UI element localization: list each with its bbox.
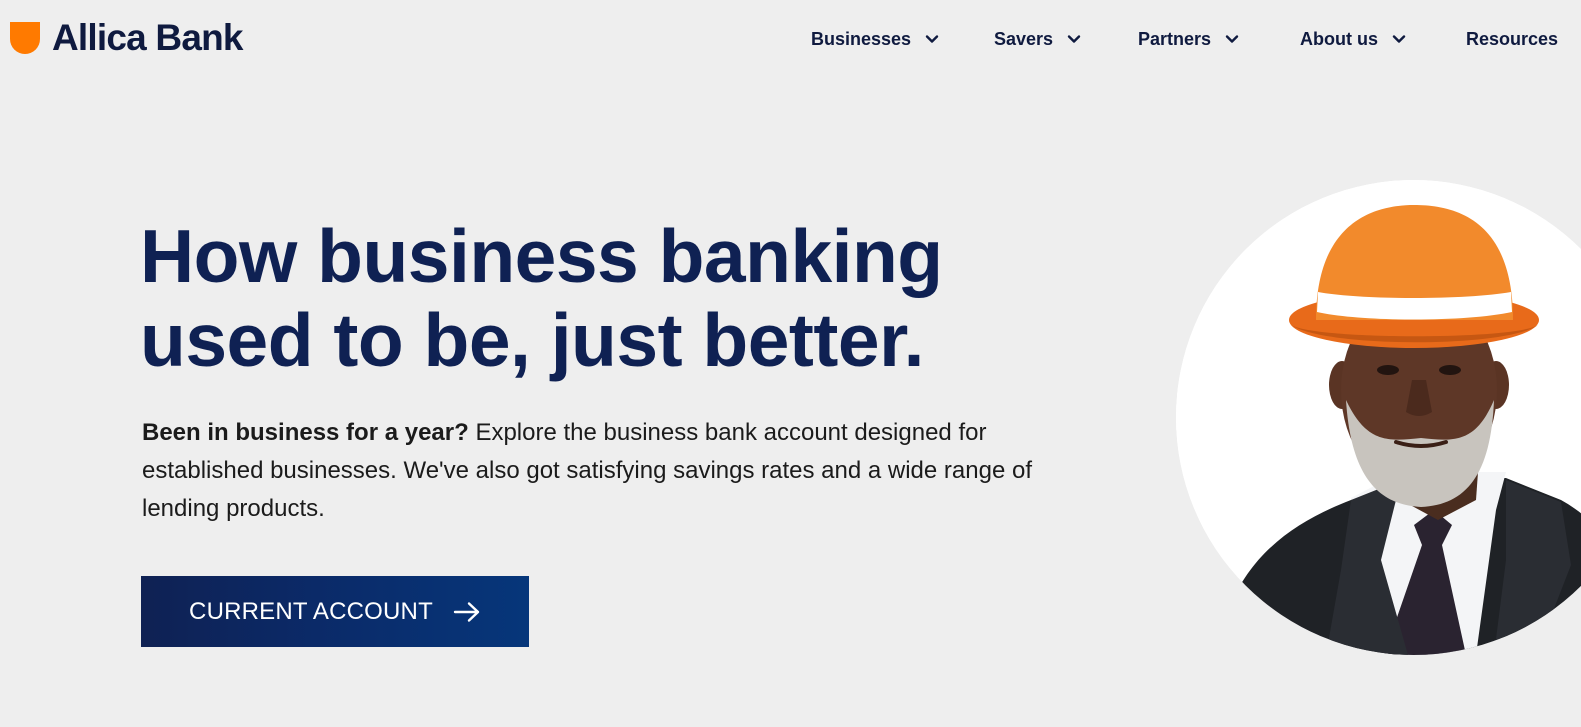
hero-title-line-1: How business banking: [140, 214, 943, 298]
nav-item-businesses[interactable]: Businesses: [811, 26, 994, 52]
nav-item-partners[interactable]: Partners: [1138, 26, 1300, 52]
brand-logo[interactable]: Allica Bank: [10, 18, 243, 58]
man-in-orange-bowler-hat-illustration: [1176, 180, 1581, 655]
arrow-right-icon: [453, 601, 480, 622]
shield-logo-icon: [10, 22, 40, 54]
chevron-down-icon: [1225, 35, 1239, 43]
main-nav: Businesses Savers Partners About us Reso…: [811, 26, 1558, 52]
brand-name: Allica Bank: [52, 17, 243, 58]
nav-item-label: About us: [1300, 28, 1378, 49]
nav-item-savers[interactable]: Savers: [994, 26, 1138, 52]
hero-title: How business banking used to be, just be…: [140, 214, 1040, 382]
nav-item-label: Businesses: [811, 28, 912, 49]
nav-item-label: Resources: [1466, 28, 1559, 49]
site-header: Allica Bank Businesses Savers Partners A…: [0, 0, 1581, 80]
chevron-down-icon: [1067, 35, 1081, 43]
hero-title-line-2: used to be, just better.: [140, 298, 924, 382]
nav-item-about-us[interactable]: About us: [1300, 26, 1466, 52]
chevron-down-icon: [1392, 35, 1406, 43]
hero-portrait-image: [1176, 180, 1581, 655]
nav-item-resources[interactable]: Resources: [1466, 26, 1558, 52]
nav-item-label: Partners: [1138, 28, 1212, 49]
nav-item-label: Savers: [994, 28, 1054, 49]
hero-description: Been in business for a year? Explore the…: [142, 414, 1077, 528]
cta-label: CURRENT ACCOUNT: [189, 597, 433, 625]
hero-description-lead: Been in business for a year?: [142, 419, 469, 446]
current-account-button[interactable]: CURRENT ACCOUNT: [141, 576, 529, 647]
chevron-down-icon: [925, 35, 939, 43]
